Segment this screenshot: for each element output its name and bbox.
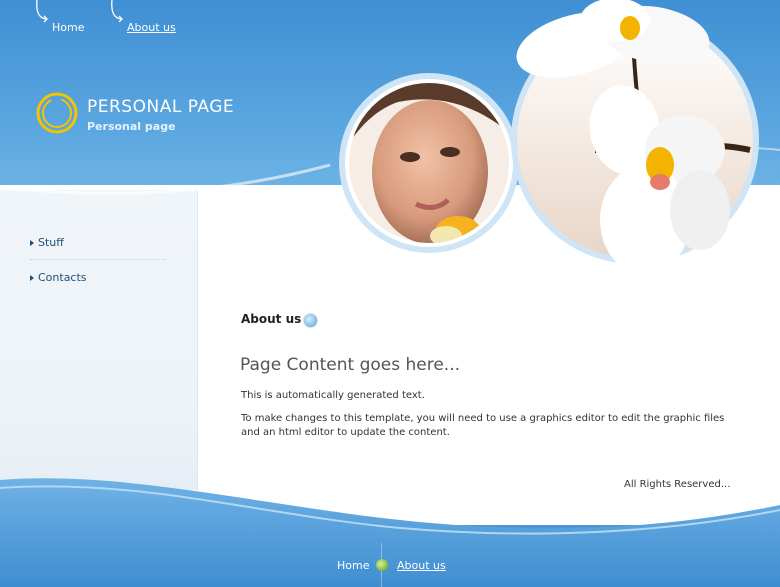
sidebar-menu: Stuff Contacts — [30, 235, 166, 286]
triangle-bullet-icon — [30, 240, 34, 246]
content-paragraph: This is automatically generated text. — [241, 390, 425, 401]
nav-about-link[interactable]: About us — [127, 21, 176, 34]
nav-home-link[interactable]: Home — [52, 21, 84, 34]
orchid-image — [511, 0, 759, 275]
content-paragraph: To make changes to this template, you wi… — [241, 413, 725, 438]
sidebar-item-contacts[interactable]: Contacts — [30, 270, 166, 286]
copyright-text: All Rights Reserved... — [624, 479, 731, 490]
blue-orb-icon — [303, 313, 318, 328]
site-subtitle: Personal page — [87, 120, 176, 133]
green-orb-icon — [376, 559, 388, 571]
page-title: Page Content goes here... — [240, 355, 461, 375]
nav-hook-icon — [111, 0, 123, 23]
sidebar-item-stuff[interactable]: Stuff — [30, 235, 166, 251]
nav-hook-icon — [36, 0, 48, 23]
site-title: PERSONAL PAGE — [87, 97, 235, 117]
ring-logo-icon[interactable] — [34, 90, 80, 136]
portrait-photo — [339, 73, 519, 253]
footer-home-link[interactable]: Home — [337, 559, 369, 572]
triangle-bullet-icon — [30, 275, 34, 281]
sidebar-item-label: Stuff — [38, 236, 64, 249]
footer-about-link[interactable]: About us — [397, 559, 446, 572]
sidebar-item-label: Contacts — [38, 271, 87, 284]
sidebar-divider — [30, 259, 166, 261]
breadcrumb: About us — [241, 312, 302, 326]
